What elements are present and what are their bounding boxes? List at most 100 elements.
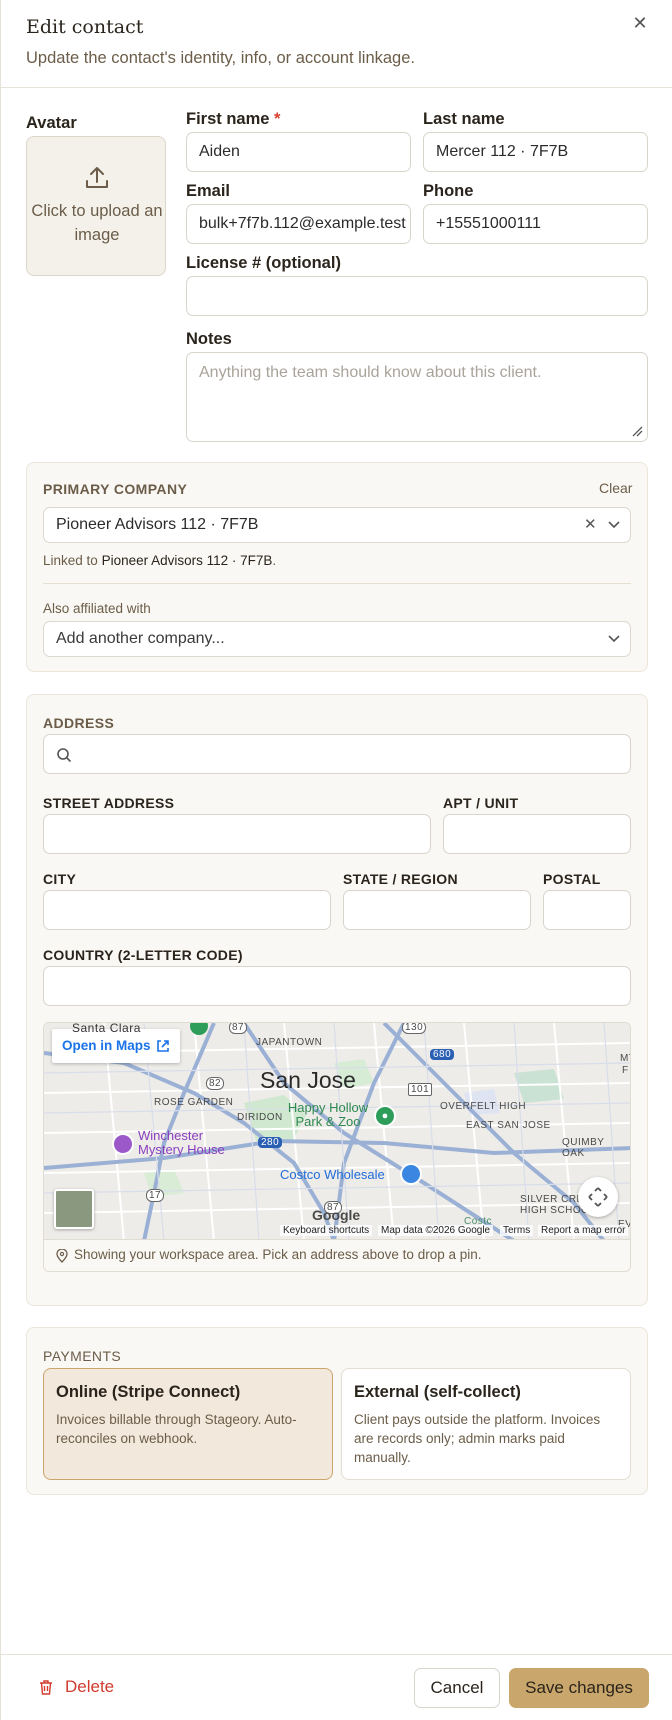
country-input[interactable] (43, 966, 631, 1006)
primary-company-heading: PRIMARY COMPANY (43, 481, 188, 497)
save-changes-button[interactable]: Save changes (509, 1668, 649, 1708)
attraction-pin-icon (112, 1133, 134, 1155)
notes-placeholder: Anything the team should know about this… (199, 364, 542, 381)
location-pin-icon (56, 1249, 68, 1263)
close-icon[interactable]: ✕ (629, 12, 651, 34)
map-label-quimby-oak: QUIMBY OAK (562, 1137, 605, 1159)
chevron-down-icon[interactable] (608, 635, 620, 643)
postal-label: POSTAL (543, 871, 601, 887)
payment-option-title: External (self-collect) (354, 1383, 521, 1401)
phone-label: Phone (423, 182, 474, 200)
notes-textarea[interactable]: Anything the team should know about this… (186, 352, 648, 442)
add-company-select[interactable]: Add another company... (43, 621, 631, 657)
license-input[interactable] (186, 276, 648, 316)
map-label-east-san-jose: EAST SAN JOSE (466, 1120, 551, 1131)
payment-option-stripe[interactable]: Online (Stripe Connect) Invoices billabl… (43, 1368, 333, 1480)
primary-company-value: Pioneer Advisors 112 · 7F7B (56, 516, 259, 533)
map-label-rose-garden: ROSE GARDEN (154, 1097, 234, 1108)
payment-option-external[interactable]: External (self-collect) Client pays outs… (341, 1368, 631, 1480)
postal-input[interactable] (543, 890, 631, 930)
map-footer-text: Showing your workspace area. Pick an add… (74, 1247, 482, 1262)
map-view[interactable]: Open in Maps Santa Clara JAPANTOWN San J… (43, 1022, 631, 1240)
last-name-label: Last name (423, 110, 505, 128)
panel-subtitle: Update the contact's identity, info, or … (26, 49, 415, 67)
state-region-input[interactable] (343, 890, 531, 930)
map-label-f: F (622, 1065, 629, 1076)
fullscreen-icon (588, 1187, 608, 1207)
keyboard-shortcuts-link[interactable]: Keyboard shortcuts (280, 1225, 373, 1236)
search-icon (57, 748, 72, 763)
payment-option-title: Online (Stripe Connect) (56, 1383, 241, 1401)
payment-option-desc: Invoices billable through Stageory. Auto… (56, 1412, 297, 1446)
email-label: Email (186, 182, 231, 200)
report-map-error-link[interactable]: Report a map error (538, 1225, 629, 1236)
panel-header: Edit contact Update the contact's identi… (1, 0, 672, 88)
primary-company-card: PRIMARY COMPANY Clear Pioneer Advisors 1… (26, 462, 648, 672)
street-address-label: STREET ADDRESS (43, 795, 175, 811)
map-label-overfelt: OVERFELT HIGH (440, 1101, 527, 1112)
address-search-input[interactable] (43, 734, 631, 774)
apt-unit-input[interactable] (443, 814, 631, 854)
route-87-shield: 87 (229, 1023, 248, 1034)
clear-selection-icon[interactable]: ✕ (584, 508, 597, 542)
email-input[interactable]: bulk+7f7b.112@example.test (186, 204, 411, 244)
city-input[interactable] (43, 890, 331, 930)
cancel-button[interactable]: Cancel (414, 1668, 500, 1708)
map-poi-winchester: Winchester Mystery House (138, 1128, 225, 1157)
map-footer: Showing your workspace area. Pick an add… (43, 1240, 631, 1272)
google-logo: Google (312, 1207, 361, 1223)
add-company-placeholder: Add another company... (56, 630, 225, 647)
first-name-label-text: First name (186, 110, 270, 128)
payment-option-desc: Client pays outside the platform. Invoic… (354, 1412, 601, 1465)
map-label-mt: MT (620, 1053, 630, 1064)
linked-suffix: . (272, 553, 277, 568)
avatar-upload-text: Click to upload an image (31, 202, 163, 244)
satellite-toggle[interactable] (54, 1189, 94, 1229)
open-in-maps-label: Open in Maps (62, 1038, 151, 1053)
map-data-attribution: Map data ©2026 Google (378, 1225, 494, 1236)
license-label: License # (optional) (186, 254, 341, 272)
apt-unit-label: APT / UNIT (443, 795, 519, 811)
map-poi-happy-hollow: Happy Hollow Park & Zoo (287, 1100, 369, 1129)
state-region-label: STATE / REGION (343, 871, 458, 887)
resize-grip-icon[interactable] (631, 425, 643, 437)
map-poi-costco: Costco Wholesale (280, 1167, 385, 1182)
external-link-icon (157, 1040, 169, 1052)
delete-button[interactable]: Delete (37, 1667, 114, 1707)
street-address-input[interactable] (43, 814, 431, 854)
route-82-shield: 82 (206, 1077, 225, 1090)
payments-heading: PAYMENTS (43, 1348, 122, 1364)
terms-link[interactable]: Terms (500, 1225, 534, 1236)
route-280-shield: 280 (258, 1137, 283, 1148)
notes-label: Notes (186, 330, 232, 348)
address-heading: ADDRESS (43, 715, 115, 731)
linked-company-note: Linked to Pioneer Advisors 112 · 7F7B. (43, 553, 276, 568)
primary-company-select[interactable]: Pioneer Advisors 112 · 7F7B ✕ (43, 507, 631, 543)
linked-prefix: Linked to (43, 553, 98, 568)
route-130-shield: 130 (402, 1023, 427, 1034)
map-label-diridon: DIRIDON (237, 1112, 283, 1123)
clear-company-button[interactable]: Clear (599, 480, 632, 496)
city-label: CITY (43, 871, 77, 887)
delete-label: Delete (65, 1677, 115, 1696)
last-name-input[interactable]: Mercer 112 · 7F7B (423, 132, 648, 172)
first-name-input[interactable]: Aiden (186, 132, 411, 172)
map-label-japantown: JAPANTOWN (256, 1037, 323, 1048)
first-name-label: First name * (186, 110, 280, 129)
upload-icon (86, 167, 108, 188)
route-17-shield: 17 (146, 1189, 165, 1202)
phone-input[interactable]: +15551000111 (423, 204, 648, 244)
zoo-pin-icon: ● (374, 1105, 396, 1127)
fullscreen-button[interactable] (578, 1177, 618, 1217)
shopping-pin-icon (400, 1163, 422, 1185)
country-label: COUNTRY (2-LETTER CODE) (43, 947, 243, 963)
route-101-shield: 101 (408, 1083, 433, 1096)
panel-title: Edit contact (26, 16, 144, 38)
divider (43, 583, 631, 584)
also-affiliated-label: Also affiliated with (43, 601, 151, 616)
payments-card: PAYMENTS Online (Stripe Connect) Invoice… (26, 1327, 648, 1495)
required-mark: * (274, 110, 281, 128)
route-680-shield: 680 (430, 1049, 455, 1060)
chevron-down-icon[interactable] (608, 521, 620, 529)
avatar-upload[interactable]: Click to upload an image (26, 136, 166, 276)
